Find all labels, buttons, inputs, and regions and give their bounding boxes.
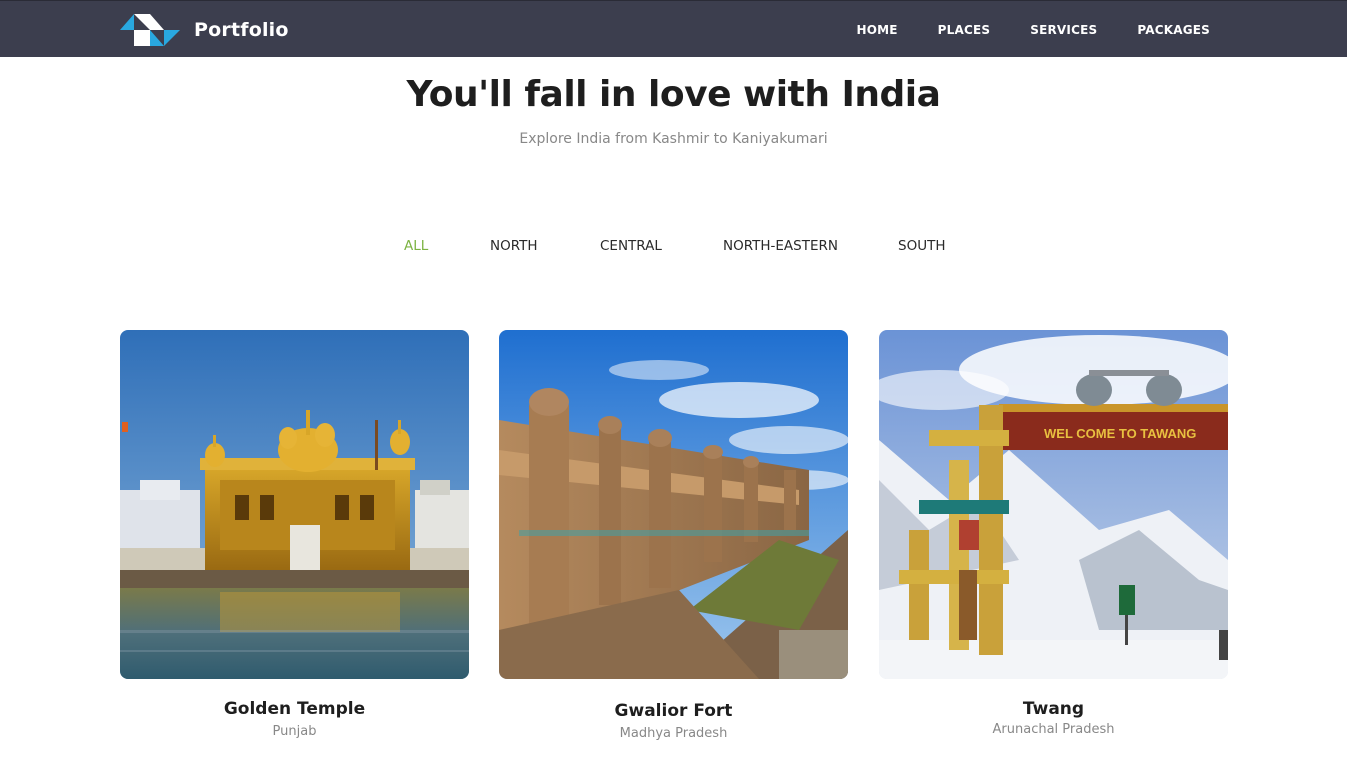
brand-name: Portfolio: [194, 19, 289, 41]
filter-central[interactable]: CENTRAL: [600, 238, 662, 254]
card-title: Golden Temple: [223, 699, 366, 719]
nav-services[interactable]: SERVICES: [1030, 23, 1097, 37]
filter-all[interactable]: ALL: [404, 238, 428, 254]
card-title: Gwalior Fort: [614, 701, 733, 721]
filter-north-eastern[interactable]: NORTH-EASTERN: [723, 238, 838, 254]
nav-home[interactable]: HOME: [856, 23, 897, 37]
page-title: You'll fall in love with India: [406, 74, 941, 115]
nav-places[interactable]: PLACES: [938, 23, 991, 37]
card-subtitle: Arunachal Pradesh: [992, 722, 1115, 737]
gate-sign-text: WEL COME TO TAWANG: [1044, 426, 1196, 441]
top-navbar: Portfolio HOME PLACES SERVICES PACKAGES: [0, 0, 1347, 57]
gwalior-fort-image: [499, 330, 848, 679]
place-card-golden-temple[interactable]: Golden Temple Punjab: [120, 330, 469, 739]
golden-temple-image: [120, 330, 469, 679]
main-nav: HOME PLACES SERVICES PACKAGES: [816, 1, 1210, 58]
brand-link[interactable]: Portfolio: [120, 14, 289, 46]
page-subtitle: Explore India from Kashmir to Kaniyakuma…: [519, 131, 828, 147]
card-subtitle: Punjab: [272, 724, 317, 739]
card-subtitle: Madhya Pradesh: [619, 726, 728, 741]
place-card-twang[interactable]: WEL COME TO TAWANG Twang Arunachal Prade…: [879, 330, 1228, 737]
card-title: Twang: [1022, 699, 1085, 719]
portfolio-logo-icon: [120, 14, 180, 46]
filter-north[interactable]: NORTH: [490, 238, 538, 254]
nav-packages[interactable]: PACKAGES: [1137, 23, 1210, 37]
place-card-gwalior-fort[interactable]: Gwalior Fort Madhya Pradesh: [499, 330, 848, 741]
region-filter-bar: ALL NORTH CENTRAL NORTH-EASTERN SOUTH: [0, 238, 1347, 260]
filter-south[interactable]: SOUTH: [898, 238, 945, 254]
twang-gate-image: WEL COME TO TAWANG: [879, 330, 1228, 679]
